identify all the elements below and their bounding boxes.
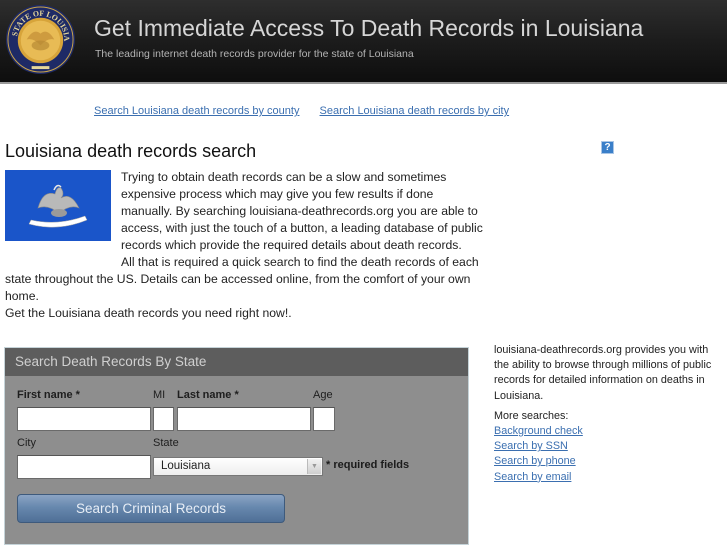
age-input[interactable]	[313, 407, 335, 431]
age-label: Age	[313, 389, 333, 401]
mi-label: MI	[153, 389, 166, 401]
sidebar-description: louisiana-deathrecords.org provides you …	[494, 344, 712, 402]
state-label: State	[153, 437, 179, 449]
chevron-down-icon[interactable]: ▼	[307, 459, 321, 474]
required-fields-note: * required fields	[326, 459, 410, 471]
last-name-input[interactable]	[177, 407, 311, 431]
last-name-label: Last name *	[177, 389, 239, 401]
site-title: Get Immediate Access To Death Records in…	[94, 15, 644, 41]
state-select-value: Louisiana	[161, 460, 211, 472]
link-search-by-phone[interactable]: Search by phone	[494, 454, 719, 469]
intro-paragraph-3: Get the Louisiana death records you need…	[5, 306, 292, 320]
top-links: Search Louisiana death records by county…	[94, 105, 526, 117]
first-name-input[interactable]	[17, 407, 151, 431]
city-label: City	[17, 437, 36, 449]
search-form-header: Search Death Records By State	[5, 348, 468, 376]
sidebar: louisiana-deathrecords.org provides you …	[494, 343, 719, 485]
intro-paragraph-2: All that is required a quick search to f…	[5, 255, 479, 303]
search-submit-button[interactable]: Search Criminal Records	[17, 494, 285, 523]
site-subtitle: The leading internet death records provi…	[95, 48, 414, 60]
link-search-by-city[interactable]: Search Louisiana death records by city	[320, 105, 510, 117]
state-select[interactable]: Louisiana ▼	[153, 457, 323, 476]
search-form: Search Death Records By State First name…	[4, 347, 469, 545]
page-title: Louisiana death records search	[5, 141, 257, 161]
intro-text: Trying to obtain death records can be a …	[5, 169, 483, 322]
site-header: STATE OF LOUISIANA Get Immediate Access …	[0, 0, 727, 84]
city-input[interactable]	[17, 455, 151, 479]
first-name-label: First name *	[17, 389, 80, 401]
help-icon[interactable]: ?	[601, 141, 614, 154]
link-search-by-ssn[interactable]: Search by SSN	[494, 439, 719, 454]
mi-input[interactable]	[153, 407, 174, 431]
state-seal-icon: STATE OF LOUISIANA	[5, 4, 76, 75]
link-search-by-email[interactable]: Search by email	[494, 470, 719, 485]
link-search-by-county[interactable]: Search Louisiana death records by county	[94, 105, 299, 117]
link-background-check[interactable]: Background check	[494, 424, 719, 439]
more-searches-label: More searches:	[494, 409, 569, 422]
